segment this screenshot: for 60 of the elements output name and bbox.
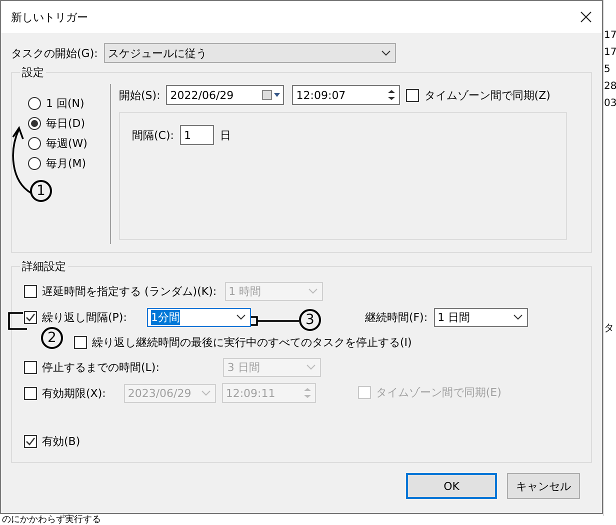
task-start-label: タスクの開始(G):	[11, 46, 98, 60]
checkbox-label: 停止するまでの時間(L):	[42, 360, 160, 374]
background-text: のにかかわらず実行する	[1, 516, 102, 525]
radio-button[interactable]	[28, 157, 41, 170]
checkbox[interactable]	[74, 336, 87, 348]
checkbox-label: タイムゾーン間で同期(E)	[376, 384, 502, 400]
radio-button[interactable]	[28, 117, 41, 130]
repeat-dropdown[interactable]: 1分間	[146, 308, 251, 326]
background-text: 17	[604, 47, 616, 58]
radio-label: 毎日(D)	[46, 116, 86, 131]
radio-label: 毎週(W)	[46, 136, 88, 151]
background-text: 28	[604, 81, 616, 92]
dialog-button[interactable]: キャンセル	[507, 473, 580, 499]
background-text: 03	[604, 98, 616, 109]
annotation-arrow	[12, 127, 32, 194]
checkbox[interactable]	[24, 434, 37, 448]
duration-label: 継続時間(F):	[364, 310, 428, 324]
window-title: 新しいトリガー	[11, 10, 88, 24]
annotation-scribble	[8, 312, 27, 330]
radio-label: 1 回(N)	[46, 96, 84, 111]
close-icon[interactable]	[580, 11, 592, 23]
radio-button[interactable]	[28, 137, 41, 150]
dialog-button[interactable]: OK	[406, 473, 498, 499]
checkbox-label: 有効(B)	[42, 434, 80, 448]
group-title: 詳細設定	[21, 259, 67, 274]
checkbox-label: 有効期限(X):	[42, 386, 106, 400]
chevron-down-icon	[512, 314, 523, 320]
group-title: 設定	[21, 65, 45, 80]
background-text: タ	[604, 322, 616, 335]
checkbox-label: タイムゾーン間で同期(Z)	[424, 88, 550, 102]
chevron-down-icon	[200, 390, 211, 396]
radio-button[interactable]	[28, 97, 41, 110]
background-text: 5	[604, 64, 612, 75]
task-start-dropdown[interactable]: スケジュールに従う	[104, 43, 396, 63]
chevron-down-icon	[380, 50, 391, 56]
duration-dropdown[interactable]: 1 日間	[434, 308, 528, 326]
checkbox[interactable]	[406, 88, 420, 102]
chevron-down-icon	[308, 288, 318, 294]
spin-icon[interactable]	[387, 88, 396, 102]
background-text: 17	[604, 30, 616, 41]
annotation-number: 2	[41, 327, 63, 349]
start-label: 開始(S):	[119, 88, 160, 102]
checkbox-label: 繰り返し間隔(P):	[42, 310, 127, 324]
check-icon	[25, 436, 36, 446]
interval-label: 間隔(C):	[132, 128, 174, 142]
checkbox-label: 繰り返し継続時間の最後に実行中のすべてのタスクを停止する(I)	[92, 334, 412, 350]
annotation-number: 1	[30, 180, 52, 202]
calendar-icon	[262, 90, 280, 100]
check-icon	[25, 312, 36, 322]
annotation-arrow	[250, 316, 300, 326]
radio-label: 毎月(M)	[46, 156, 86, 171]
checkbox[interactable]	[24, 310, 37, 324]
chevron-down-icon	[306, 364, 316, 370]
date-picker[interactable]: 2022/06/29	[166, 85, 284, 105]
annotation-number: 3	[299, 309, 321, 331]
interval-field[interactable]: 1	[180, 125, 214, 145]
chevron-down-icon	[236, 314, 246, 320]
time-field[interactable]: 12:09:07	[292, 85, 400, 105]
checkbox-label: 遅延時間を指定する (ランダム)(K):	[42, 284, 217, 298]
unit-label: 日	[220, 128, 231, 142]
